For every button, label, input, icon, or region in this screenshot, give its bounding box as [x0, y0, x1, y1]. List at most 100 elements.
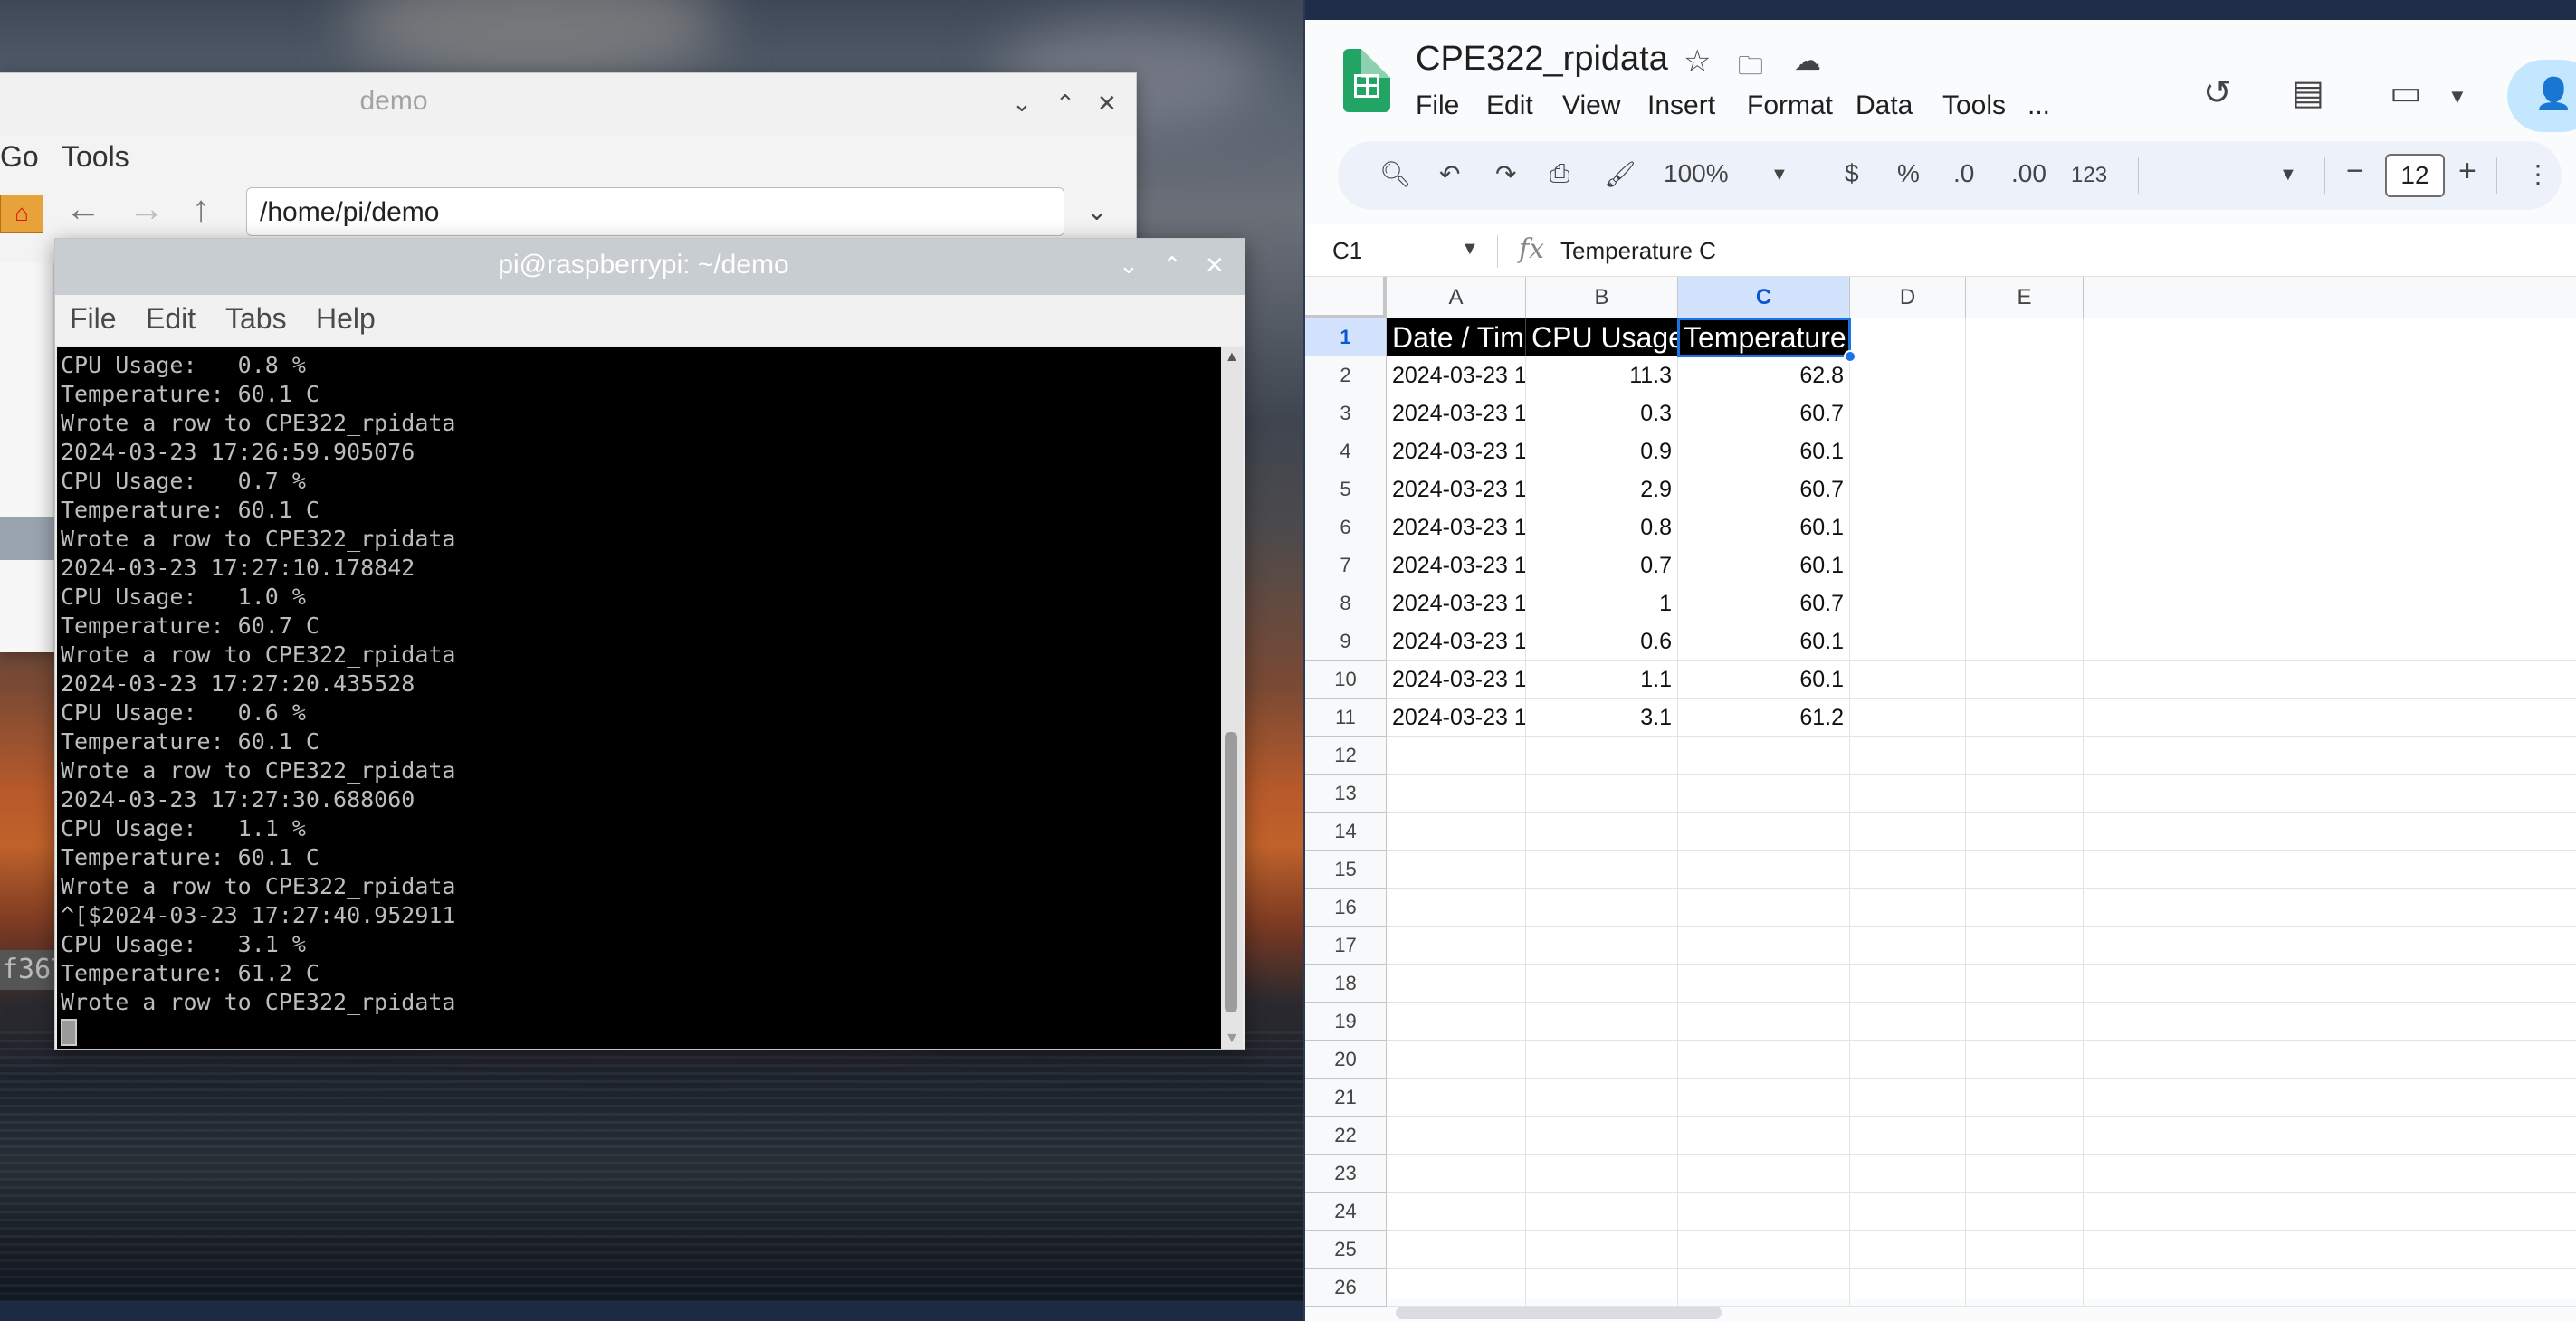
- empty-cell[interactable]: [1966, 965, 2084, 1003]
- empty-cell[interactable]: [1678, 965, 1850, 1003]
- cloud-icon[interactable]: ☁: [1794, 45, 1821, 77]
- empty-cell[interactable]: [1966, 889, 2084, 927]
- data-cell[interactable]: 2024-03-23 17:26:2: [1387, 432, 1526, 470]
- row-header-11[interactable]: 11: [1305, 699, 1387, 737]
- empty-cell[interactable]: [1850, 394, 1966, 432]
- empty-cell[interactable]: [1850, 660, 1966, 699]
- empty-cell[interactable]: [2084, 546, 2576, 584]
- terminal-output[interactable]: CPU Usage: 0.8 % Temperature: 60.1 C Wrote…: [57, 347, 1221, 1049]
- menu-edit[interactable]: Edit: [1486, 90, 1533, 121]
- menu-tools[interactable]: Tools: [62, 140, 129, 174]
- data-cell[interactable]: 60.1: [1678, 432, 1850, 470]
- empty-cell[interactable]: [1678, 1155, 1850, 1193]
- empty-cell[interactable]: [1850, 356, 1966, 394]
- percent-button[interactable]: %: [1897, 159, 1920, 188]
- empty-cell[interactable]: [1678, 1079, 1850, 1117]
- empty-cell[interactable]: [1850, 584, 1966, 622]
- menu-file[interactable]: File: [1416, 90, 1459, 121]
- terminal-window[interactable]: pi@raspberrypi: ~/demo ⌄ ⌃ ✕ File Edit T…: [54, 238, 1245, 1050]
- horizontal-scrollbar[interactable]: [1396, 1307, 1722, 1319]
- data-cell[interactable]: 60.1: [1678, 508, 1850, 546]
- header-cell[interactable]: Date / Time: [1387, 318, 1526, 356]
- back-arrow-icon[interactable]: ←: [65, 189, 101, 230]
- empty-cell[interactable]: [1526, 1155, 1678, 1193]
- search-icon[interactable]: 🔍︎: [1379, 159, 1412, 189]
- row-header-22[interactable]: 22: [1305, 1117, 1387, 1155]
- column-header-a[interactable]: A: [1387, 277, 1526, 318]
- empty-cell[interactable]: [1526, 1231, 1678, 1269]
- empty-cell[interactable]: [1966, 508, 2084, 546]
- data-cell[interactable]: 0.6: [1526, 622, 1678, 660]
- data-cell[interactable]: 2024-03-23 17:26:5: [1387, 546, 1526, 584]
- empty-cell[interactable]: [1966, 1155, 2084, 1193]
- empty-cell[interactable]: [1678, 927, 1850, 965]
- maximize-icon[interactable]: ⌃: [1162, 252, 1182, 280]
- empty-cell[interactable]: [1678, 813, 1850, 851]
- spreadsheet-grid[interactable]: ABCDE1Date / TimeCPU Usage %Temperature …: [1305, 277, 2576, 1307]
- empty-cell[interactable]: [1966, 1269, 2084, 1307]
- empty-cell[interactable]: [1526, 1041, 1678, 1079]
- empty-cell[interactable]: [1966, 394, 2084, 432]
- row-header-9[interactable]: 9: [1305, 622, 1387, 660]
- empty-cell[interactable]: [1966, 851, 2084, 889]
- paint-format-icon[interactable]: 🖌︎: [1604, 159, 1636, 189]
- currency-button[interactable]: $: [1845, 159, 1859, 188]
- data-cell[interactable]: 0.7: [1526, 546, 1678, 584]
- empty-cell[interactable]: [1387, 927, 1526, 965]
- empty-cell[interactable]: [1966, 775, 2084, 813]
- menu-tabs[interactable]: Tabs: [225, 302, 287, 336]
- empty-cell[interactable]: [1526, 737, 1678, 775]
- menu-go[interactable]: Go: [0, 140, 39, 174]
- data-cell[interactable]: 2024-03-23 17:26:4: [1387, 508, 1526, 546]
- empty-cell[interactable]: [1387, 1193, 1526, 1231]
- empty-cell[interactable]: [1850, 318, 1966, 356]
- empty-cell[interactable]: [2084, 432, 2576, 470]
- row-header-2[interactable]: 2: [1305, 356, 1387, 394]
- data-cell[interactable]: 1: [1526, 584, 1678, 622]
- empty-cell[interactable]: [1387, 1231, 1526, 1269]
- zoom-select[interactable]: 100%: [1664, 159, 1729, 188]
- empty-cell[interactable]: [1850, 965, 1966, 1003]
- empty-cell[interactable]: [1387, 965, 1526, 1003]
- fill-handle[interactable]: [1844, 350, 1856, 363]
- row-header-3[interactable]: 3: [1305, 394, 1387, 432]
- empty-cell[interactable]: [1850, 813, 1966, 851]
- empty-cell[interactable]: [1850, 546, 1966, 584]
- row-header-15[interactable]: 15: [1305, 851, 1387, 889]
- data-cell[interactable]: 2024-03-23 17:26:3: [1387, 470, 1526, 508]
- empty-cell[interactable]: [1850, 622, 1966, 660]
- column-header-c[interactable]: C: [1678, 277, 1850, 318]
- redo-icon[interactable]: ↷: [1495, 159, 1516, 189]
- empty-cell[interactable]: [2084, 356, 2576, 394]
- empty-cell[interactable]: [1966, 432, 2084, 470]
- empty-cell[interactable]: [1526, 965, 1678, 1003]
- empty-cell[interactable]: [1850, 432, 1966, 470]
- column-header-d[interactable]: D: [1850, 277, 1966, 318]
- empty-cell[interactable]: [1387, 1003, 1526, 1041]
- empty-cell[interactable]: [1850, 1117, 1966, 1155]
- empty-cell[interactable]: [1526, 1003, 1678, 1041]
- header-cell[interactable]: Temperature C: [1678, 318, 1850, 356]
- row-header-25[interactable]: 25: [1305, 1231, 1387, 1269]
- empty-cell[interactable]: [1966, 1117, 2084, 1155]
- data-cell[interactable]: 2024-03-23 17:26:0: [1387, 356, 1526, 394]
- data-cell[interactable]: 2024-03-23 17:27:2: [1387, 622, 1526, 660]
- row-header-7[interactable]: 7: [1305, 546, 1387, 584]
- menu-edit[interactable]: Edit: [146, 302, 196, 336]
- empty-cell[interactable]: [2084, 318, 2576, 356]
- more-vertical-icon[interactable]: ⋮: [2525, 159, 2551, 189]
- data-cell[interactable]: 0.3: [1526, 394, 1678, 432]
- data-cell[interactable]: 60.1: [1678, 660, 1850, 699]
- zoom-dropdown-icon[interactable]: ▼: [1770, 165, 1789, 185]
- up-arrow-icon[interactable]: ↑: [192, 189, 210, 230]
- empty-cell[interactable]: [2084, 622, 2576, 660]
- empty-cell[interactable]: [1678, 775, 1850, 813]
- empty-cell[interactable]: [1678, 851, 1850, 889]
- empty-cell[interactable]: [2084, 1231, 2576, 1269]
- header-cell[interactable]: CPU Usage %: [1526, 318, 1678, 356]
- comment-icon[interactable]: ▤: [2292, 72, 2324, 113]
- empty-cell[interactable]: [1387, 889, 1526, 927]
- menu-tools[interactable]: Tools: [1942, 90, 2006, 121]
- empty-cell[interactable]: [2084, 927, 2576, 965]
- empty-cell[interactable]: [2084, 660, 2576, 699]
